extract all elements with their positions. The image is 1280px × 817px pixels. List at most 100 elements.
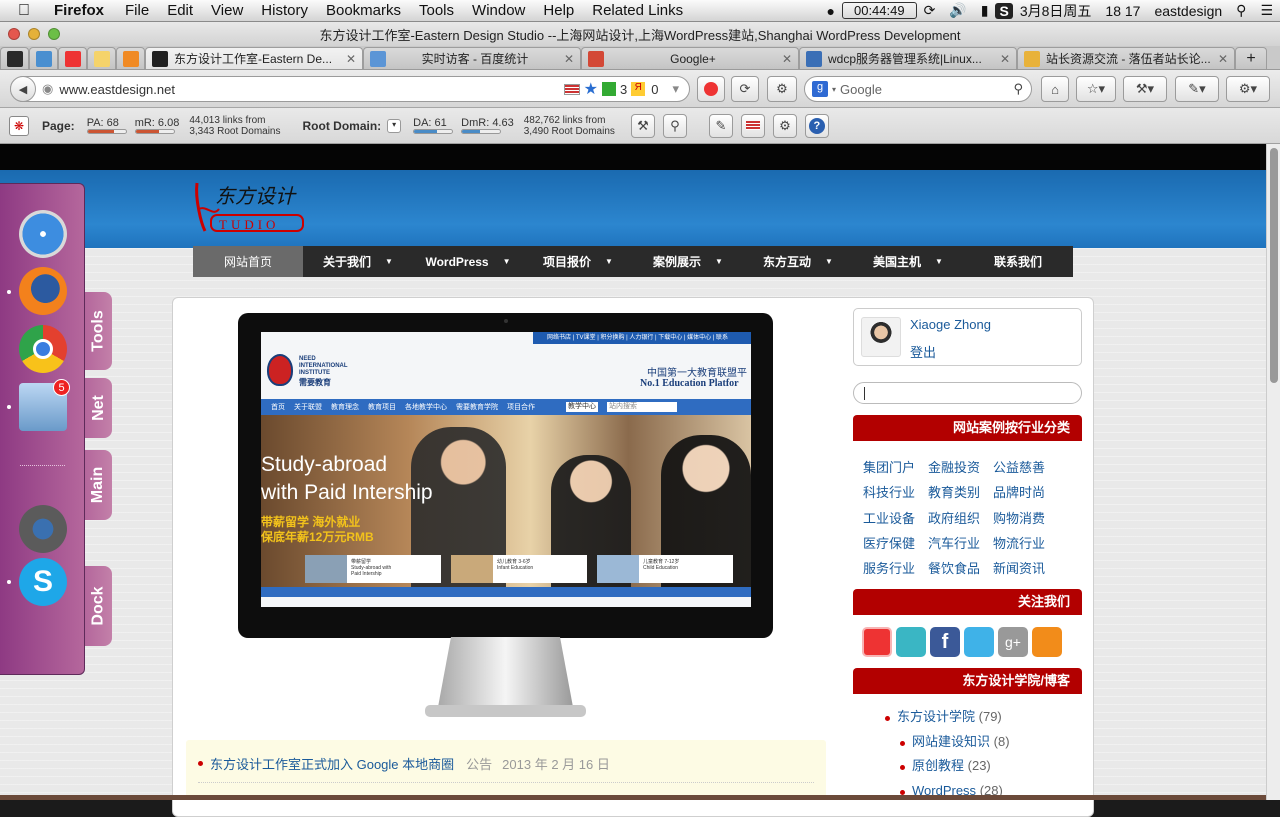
menu-history[interactable]: History — [252, 2, 317, 19]
menu-related-links[interactable]: Related Links — [583, 2, 692, 19]
moz-search-button[interactable]: ⚲ — [662, 113, 687, 138]
category-link[interactable]: 医疗保健 — [863, 531, 928, 556]
back-button[interactable]: ◀ — [10, 76, 36, 102]
pinterest-icon[interactable] — [896, 627, 926, 657]
sidebar-search-input[interactable] — [853, 382, 1082, 404]
spotlight-icon[interactable]: ⚲ — [1229, 2, 1253, 19]
tools-menu-button[interactable]: ⚒▾ — [1123, 76, 1167, 102]
blog-item[interactable]: 原创教程 (23) — [885, 754, 1010, 779]
stop-button[interactable] — [697, 76, 725, 102]
tab-wdcp[interactable]: wdcp服务器管理系统|Linux... ✕ — [799, 47, 1017, 69]
category-link[interactable]: 服务行业 — [863, 556, 928, 581]
menu-file[interactable]: File — [116, 2, 158, 19]
tab-baidu[interactable]: 实时访客 - 百度统计 ✕ — [363, 47, 581, 69]
us-flag-icon[interactable] — [563, 83, 580, 95]
sync-icon[interactable]: ⟳ — [917, 2, 943, 19]
skype-icon[interactable]: S — [19, 558, 67, 606]
menu-help[interactable]: Help — [534, 2, 583, 19]
category-link[interactable]: 公益慈善 — [993, 455, 1058, 480]
menu-cases[interactable]: 案例展示 ▼ — [633, 246, 743, 277]
blog-link[interactable]: 东方设计学院 — [897, 709, 975, 724]
bookmark-star-icon[interactable]: ★ — [584, 79, 598, 99]
category-link[interactable]: 品牌时尚 — [993, 480, 1058, 505]
site-logo[interactable]: TUDIO 东方设计 — [193, 179, 308, 235]
mail-icon[interactable]: 5 — [19, 379, 70, 431]
tab-close-icon[interactable]: ✕ — [782, 52, 792, 66]
moz-tools-button[interactable]: ⚒ — [630, 113, 655, 138]
tab-googleplus[interactable]: Google+ ✕ — [581, 47, 799, 69]
category-link[interactable]: 政府组织 — [928, 506, 993, 531]
search-input[interactable]: Google — [840, 82, 1013, 97]
dock-tab-main[interactable]: Main — [85, 450, 112, 520]
tab-pinned-5[interactable] — [116, 47, 145, 69]
category-link[interactable]: 教育类别 — [928, 480, 993, 505]
tab-close-icon[interactable]: ✕ — [346, 52, 356, 66]
avatar[interactable] — [861, 317, 901, 357]
wifi-icon[interactable]: ● — [820, 3, 842, 19]
category-link[interactable]: 汽车行业 — [928, 531, 993, 556]
category-link[interactable]: 金融投资 — [928, 455, 993, 480]
bookmark-menu-button[interactable]: ☆▾ — [1076, 76, 1116, 102]
search-box[interactable]: g ▾ Google ⚲ — [804, 76, 1032, 102]
category-link[interactable]: 新闻资讯 — [993, 556, 1058, 581]
reload-button[interactable]: ⟳ — [731, 76, 759, 102]
news-item[interactable]: 东方设计工作室正式加入 Google 本地商圈 公告 2013 年 2 月 16… — [198, 754, 610, 773]
tab-eastdesign[interactable]: 东方设计工作室-Eastern De... ✕ — [145, 47, 363, 69]
blog-item[interactable]: 网站建设知识 (8) — [885, 730, 1010, 755]
category-link[interactable]: 集团门户 — [863, 455, 928, 480]
yandex-icon[interactable]: Я — [631, 82, 646, 96]
root-domain-dropdown[interactable]: ▾ — [387, 118, 402, 133]
tab-close-icon[interactable]: ✕ — [1218, 52, 1228, 66]
menu-tools[interactable]: Tools — [410, 2, 463, 19]
tab-close-icon[interactable]: ✕ — [1000, 52, 1010, 66]
s-icon[interactable]: S — [995, 2, 1013, 19]
moz-settings-button[interactable]: ⚙ — [772, 113, 797, 138]
moz-logo-icon[interactable]: ❋ — [9, 115, 29, 136]
category-link[interactable]: 科技行业 — [863, 480, 928, 505]
url-text[interactable]: www.eastdesign.net — [59, 82, 563, 97]
page-scrollbar[interactable] — [1266, 144, 1280, 800]
facetime-icon[interactable] — [19, 505, 67, 553]
safari-icon[interactable] — [19, 210, 67, 258]
dock-tab-net[interactable]: Net — [85, 378, 112, 438]
new-tab-button[interactable]: + — [1235, 47, 1267, 69]
menu-home[interactable]: 网站首页 — [193, 246, 303, 277]
menu-app[interactable]: Firefox — [42, 2, 116, 19]
tab-close-icon[interactable]: ✕ — [564, 52, 574, 66]
weibo-icon[interactable] — [862, 627, 892, 657]
minimize-icon[interactable] — [28, 28, 40, 40]
blog-link[interactable]: 网站建设知识 — [912, 734, 990, 749]
category-link[interactable]: 工业设备 — [863, 506, 928, 531]
menu-view[interactable]: View — [202, 2, 252, 19]
volume-icon[interactable]: 🔊 — [942, 2, 973, 19]
showcase-screen[interactable]: 网络书店 | TV课堂 | 积分换购 | 人力银行 | 下载中心 | 媒体中心 … — [261, 332, 751, 607]
category-link[interactable]: 餐饮食品 — [928, 556, 993, 581]
blog-link[interactable]: 原创教程 — [912, 758, 964, 773]
moz-highlight-button[interactable]: ✎ — [708, 113, 733, 138]
menu-wordpress[interactable]: WordPress ▼ — [413, 246, 523, 277]
magnifier-icon[interactable]: ⚲ — [1013, 81, 1023, 97]
category-link[interactable]: 购物消费 — [993, 506, 1058, 531]
dock-tab-dock[interactable]: Dock — [85, 566, 112, 646]
apple-icon[interactable]:  — [18, 2, 42, 20]
menu-interactive[interactable]: 东方互动 ▼ — [743, 246, 853, 277]
firefox-icon[interactable] — [19, 267, 67, 315]
scrollbar-thumb[interactable] — [1270, 148, 1278, 383]
moz-help-button[interactable]: ? — [804, 113, 829, 138]
clock-box[interactable]: 00:44:49 — [841, 2, 917, 19]
url-bar[interactable]: ◀ ◉ www.eastdesign.net ★ 3 Я 0 ▾ — [10, 76, 690, 102]
tab-luowu[interactable]: 站长资源交流 - 落伍者站长论... ✕ — [1017, 47, 1235, 69]
zoom-icon[interactable] — [48, 28, 60, 40]
logout-link[interactable]: 登出 — [910, 342, 936, 361]
facebook-icon[interactable]: f — [930, 627, 960, 657]
pencil-menu-button[interactable]: ✎▾ — [1175, 76, 1219, 102]
dropdown-icon[interactable]: ▾ — [672, 81, 679, 97]
settings-menu-button[interactable]: ⚙▾ — [1226, 76, 1270, 102]
menu-pricing[interactable]: 项目报价 ▼ — [523, 246, 633, 277]
battery-icon[interactable]: ▮ — [974, 2, 996, 19]
search-engine-chevron-icon[interactable]: ▾ — [832, 85, 836, 94]
menu-about[interactable]: 关于我们 ▼ — [303, 246, 413, 277]
tab-pinned-3[interactable] — [58, 47, 87, 69]
user-name-link[interactable]: Xiaoge Zhong — [910, 317, 991, 332]
time[interactable]: 18 17 — [1098, 3, 1147, 19]
